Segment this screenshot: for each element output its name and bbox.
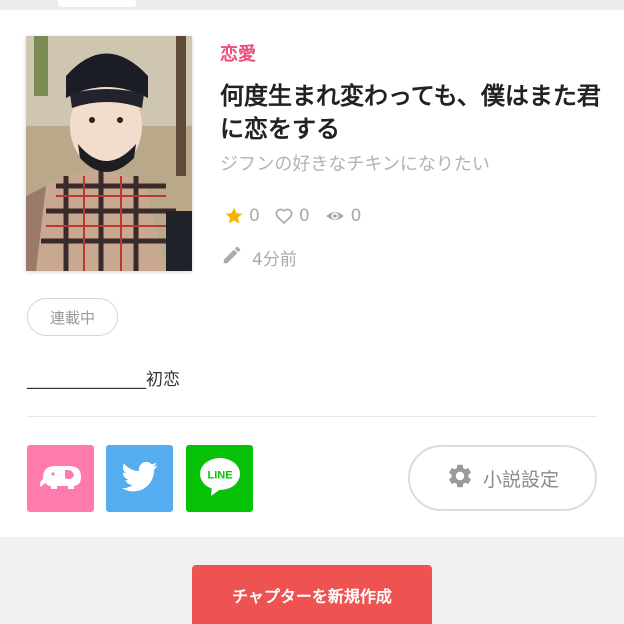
novel-title: 何度生まれ変わっても、僕はまた君に恋をする bbox=[220, 82, 601, 143]
novel-settings-label: 小説設定 bbox=[482, 468, 559, 491]
share-twitter-button[interactable] bbox=[106, 445, 173, 512]
pencil-icon bbox=[221, 244, 243, 271]
eye-icon bbox=[324, 206, 346, 226]
star-stat: 0 bbox=[224, 206, 260, 226]
cover-image[interactable] bbox=[26, 36, 192, 271]
updated-time: 4分前 bbox=[252, 250, 297, 270]
status-badge: 連載中 bbox=[27, 298, 118, 336]
heart-icon bbox=[274, 206, 294, 226]
share-estar-button[interactable] bbox=[27, 445, 94, 512]
novel-settings-button[interactable]: 小説設定 bbox=[408, 445, 597, 511]
genre-label[interactable]: 恋愛 bbox=[220, 40, 256, 66]
line-icon: LINE bbox=[198, 456, 242, 502]
novel-subtitle: ジフンの好きなチキンになりたい bbox=[220, 154, 490, 175]
view-stat: 0 bbox=[324, 206, 362, 226]
like-stat: 0 bbox=[274, 206, 310, 226]
updated-info: 4分前 bbox=[221, 244, 297, 271]
share-line-button[interactable]: LINE bbox=[186, 445, 253, 512]
stats-row: 0 0 0 bbox=[224, 204, 367, 228]
elephant-icon bbox=[37, 461, 85, 497]
new-chapter-button[interactable]: チャプターを新規作成 bbox=[192, 565, 432, 624]
star-icon bbox=[224, 206, 244, 226]
view-count: 0 bbox=[350, 206, 362, 226]
divider bbox=[27, 416, 597, 417]
like-count: 0 bbox=[298, 206, 310, 226]
gear-icon bbox=[446, 462, 474, 495]
novel-description: ______________初恋 bbox=[27, 370, 180, 390]
top-tab-bar bbox=[0, 0, 624, 10]
line-label: LINE bbox=[207, 469, 232, 481]
novel-card: 恋愛 何度生まれ変わっても、僕はまた君に恋をする ジフンの好きなチキンになりたい… bbox=[0, 10, 624, 537]
active-tab-stub[interactable] bbox=[58, 0, 136, 7]
new-chapter-label: チャプターを新規作成 bbox=[232, 586, 392, 606]
twitter-bird-icon bbox=[121, 461, 158, 496]
star-count: 0 bbox=[249, 206, 260, 226]
